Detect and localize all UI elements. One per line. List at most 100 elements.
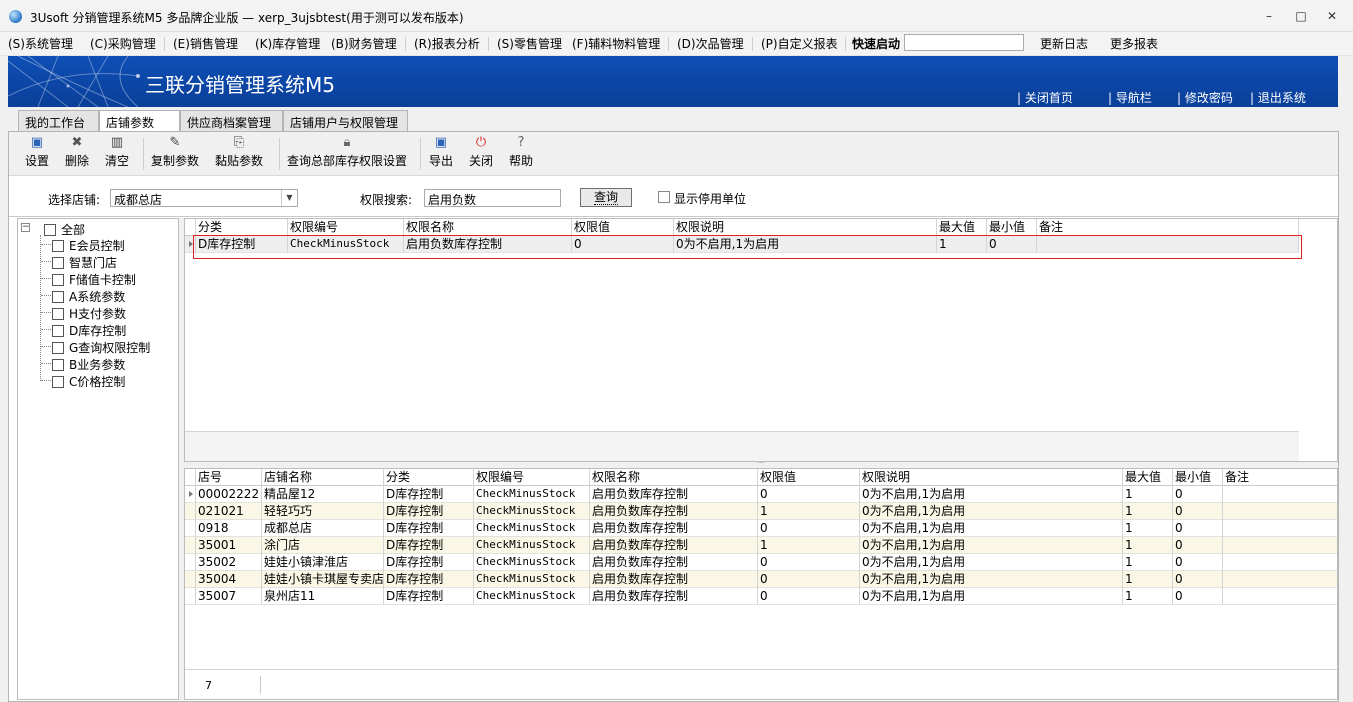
table-cell[interactable]: D库存控制 — [384, 520, 474, 537]
table-row[interactable]: 35007 泉州店11 D库存控制 CheckMinusStock 启用负数库存控制 0 0… — [185, 588, 1337, 605]
table-cell[interactable]: CheckMinusStock — [474, 554, 590, 571]
table-cell[interactable] — [1223, 486, 1337, 503]
column-header[interactable]: 店号 — [196, 469, 262, 486]
table-cell[interactable]: 0 — [1173, 588, 1223, 605]
export-button[interactable]: ▣ 导出 — [429, 136, 453, 169]
clear-button[interactable]: ▥ 清空 — [105, 136, 129, 169]
grid-horizontal-scrollbar[interactable] — [185, 431, 1299, 461]
table-row[interactable]: 35001 涂门店 D库存控制 CheckMinusStock 启用负数库存控制 1 0为不… — [185, 537, 1337, 554]
table-row[interactable]: 0918 成都总店 D库存控制 CheckMinusStock 启用负数库存控制 0 0为不… — [185, 520, 1337, 537]
store-select[interactable]: 成都总店 ▼ — [110, 189, 298, 207]
tree-node-stock-control[interactable]: D库存控制 — [52, 322, 126, 339]
column-header[interactable]: 权限编号 — [474, 469, 590, 486]
tree-checkbox[interactable] — [52, 376, 64, 388]
set-button[interactable]: ▣ 设置 — [25, 136, 49, 169]
table-cell[interactable]: 启用负数库存控制 — [590, 554, 758, 571]
table-cell[interactable]: 0 — [1173, 537, 1223, 554]
table-cell[interactable] — [1223, 588, 1337, 605]
table-cell[interactable]: 0 — [758, 571, 860, 588]
table-cell[interactable]: 0为不启用,1为启用 — [860, 588, 1123, 605]
table-cell[interactable]: 0 — [758, 554, 860, 571]
tree-node-business-params[interactable]: B业务参数 — [52, 356, 125, 373]
table-cell[interactable]: D库存控制 — [384, 588, 474, 605]
menu-custom-reports[interactable]: (P)自定义报表 — [761, 35, 838, 52]
change-password-link[interactable]: | 修改密码 — [1177, 89, 1233, 106]
tree-checkbox[interactable] — [44, 224, 56, 236]
table-cell[interactable]: 0918 — [196, 520, 262, 537]
menu-defective[interactable]: (D)次品管理 — [677, 35, 744, 52]
close-window-button[interactable]: ✕ — [1325, 9, 1339, 23]
minimize-button[interactable]: – — [1262, 9, 1276, 23]
column-header[interactable]: 备注 — [1223, 469, 1337, 486]
tree-node-all[interactable]: 全部 — [44, 221, 85, 238]
table-cell[interactable]: CheckMinusStock — [474, 486, 590, 503]
table-cell[interactable]: 1 — [1123, 503, 1173, 520]
table-cell[interactable]: 0 — [758, 588, 860, 605]
table-cell[interactable]: 0为不启用,1为启用 — [860, 486, 1123, 503]
query-hq-stock-permission-button[interactable]: 🔒︎ 查询总部库存权限设置 — [287, 136, 407, 169]
table-cell[interactable]: CheckMinusStock — [474, 537, 590, 554]
table-cell[interactable]: D库存控制 — [384, 486, 474, 503]
table-cell[interactable]: 35007 — [196, 588, 262, 605]
tree-checkbox[interactable] — [52, 257, 64, 269]
table-cell[interactable]: 0为不启用,1为启用 — [860, 571, 1123, 588]
table-cell[interactable]: 0 — [1173, 554, 1223, 571]
tree-checkbox[interactable] — [52, 342, 64, 354]
column-header[interactable]: 最小值 — [987, 219, 1037, 236]
table-cell[interactable]: 精品屋12 — [262, 486, 384, 503]
menu-system[interactable]: (S)系统管理 — [8, 35, 73, 52]
table-cell[interactable]: 娃娃小镇卡琪屋专卖店 — [262, 571, 384, 588]
column-header[interactable]: 分类 — [196, 219, 288, 236]
table-cell[interactable]: 启用负数库存控制 — [590, 486, 758, 503]
table-cell[interactable]: 0为不启用,1为启用 — [860, 537, 1123, 554]
tree-node-member-control[interactable]: E会员控制 — [52, 237, 125, 254]
tree-node-price-control[interactable]: C价格控制 — [52, 373, 125, 390]
table-cell[interactable]: 0 — [1173, 520, 1223, 537]
copy-params-button[interactable]: ✎ 复制参数 — [151, 136, 199, 169]
quick-launch-input[interactable] — [904, 34, 1024, 51]
table-cell[interactable]: 1 — [1123, 486, 1173, 503]
menu-finance[interactable]: (B)财务管理 — [331, 35, 397, 52]
column-header[interactable]: 最小值 — [1173, 469, 1223, 486]
column-header[interactable]: 分类 — [384, 469, 474, 486]
table-cell[interactable] — [1223, 520, 1337, 537]
table-cell[interactable]: D库存控制 — [384, 503, 474, 520]
tree-checkbox[interactable] — [52, 325, 64, 337]
tree-checkbox[interactable] — [52, 308, 64, 320]
table-row[interactable]: 021021 轻轻巧巧 D库存控制 CheckMinusStock 启用负数库存控制 1 0… — [185, 503, 1337, 520]
show-disabled-checkbox[interactable] — [658, 191, 670, 203]
table-cell[interactable]: 成都总店 — [262, 520, 384, 537]
table-cell[interactable]: 0 — [1173, 571, 1223, 588]
close-home-link[interactable]: | 关闭首页 — [1017, 89, 1073, 106]
nav-bar-link[interactable]: | 导航栏 — [1108, 89, 1152, 106]
query-button[interactable]: 查询 — [580, 188, 632, 207]
table-row[interactable]: 00002222 精品屋12 D库存控制 CheckMinusStock 启用负数库存控… — [185, 486, 1337, 503]
column-header[interactable]: 权限说明 — [674, 219, 937, 236]
tab-store-params[interactable]: 店铺参数 — [99, 110, 180, 133]
tab-supplier-archive[interactable]: 供应商档案管理 — [180, 110, 283, 132]
tree-node-payment-params[interactable]: H支付参数 — [52, 305, 126, 322]
table-cell[interactable]: 启用负数库存控制 — [590, 571, 758, 588]
table-cell[interactable]: 0为不启用,1为启用 — [860, 503, 1123, 520]
tree-node-system-params[interactable]: A系统参数 — [52, 288, 125, 305]
column-header[interactable]: 权限名称 — [404, 219, 572, 236]
menu-purchase[interactable]: (C)采购管理 — [90, 35, 156, 52]
close-button[interactable]: ⏻ 关闭 — [469, 136, 493, 169]
update-log-link[interactable]: 更新日志 — [1040, 35, 1088, 52]
paste-params-button[interactable]: ⎘ 黏贴参数 — [215, 136, 263, 169]
table-cell[interactable]: 021021 — [196, 503, 262, 520]
tree-node-query-permission[interactable]: G查询权限控制 — [52, 339, 150, 356]
table-cell[interactable]: 1 — [1123, 537, 1173, 554]
tab-store-users-permissions[interactable]: 店铺用户与权限管理 — [283, 110, 408, 132]
table-cell[interactable]: 启用负数库存控制 — [590, 520, 758, 537]
column-header[interactable]: 权限说明 — [860, 469, 1123, 486]
menu-inventory[interactable]: (K)库存管理 — [255, 35, 320, 52]
chevron-down-icon[interactable]: ▼ — [281, 190, 297, 206]
table-cell[interactable]: D库存控制 — [384, 571, 474, 588]
table-row[interactable]: 35004 娃娃小镇卡琪屋专卖店 D库存控制 CheckMinusStock 启用负数库… — [185, 571, 1337, 588]
column-header[interactable]: 权限编号 — [288, 219, 404, 236]
table-cell[interactable]: 0 — [758, 520, 860, 537]
tree-node-smart-store[interactable]: 智慧门店 — [52, 254, 117, 271]
table-cell[interactable]: D库存控制 — [384, 537, 474, 554]
table-row[interactable]: 35002 娃娃小镇津淮店 D库存控制 CheckMinusStock 启用负数库存控制… — [185, 554, 1337, 571]
